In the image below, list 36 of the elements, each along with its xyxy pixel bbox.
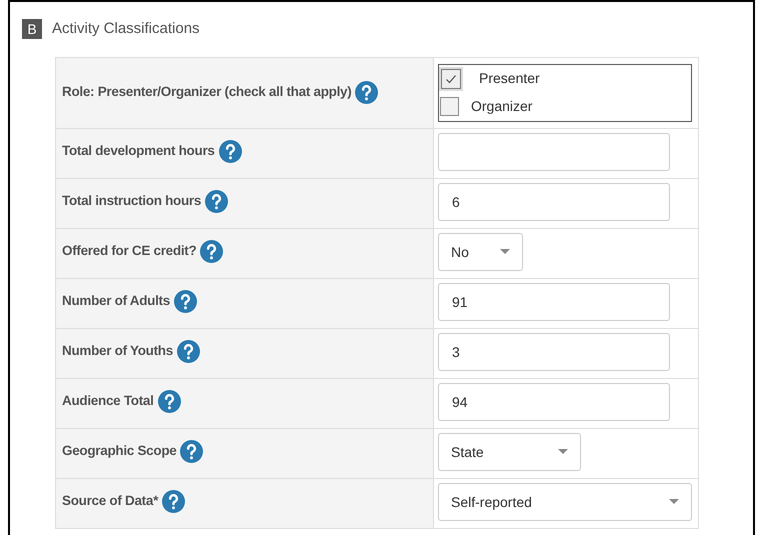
caret-icon	[500, 249, 510, 255]
help-icon[interactable]	[176, 340, 200, 362]
check-icon	[445, 72, 457, 84]
input-field[interactable]: 6	[438, 183, 670, 221]
field-label: Total instruction hours	[62, 192, 202, 210]
field-label: Role: Presenter/Organizer (check all that apply)	[62, 83, 352, 102]
help-icon[interactable]	[158, 390, 181, 412]
help-icon[interactable]	[180, 440, 204, 462]
checkbox-option[interactable]: Organizer	[439, 92, 691, 120]
field-label: Number of Adults	[62, 292, 170, 310]
input-field[interactable]: 3	[438, 333, 670, 371]
field-label: Total development hours	[62, 142, 215, 160]
checkbox-option[interactable]: Presenter	[439, 64, 691, 92]
help-icon[interactable]	[174, 290, 197, 312]
section-title: Activity Classifications	[52, 19, 200, 39]
help-icon[interactable]	[200, 240, 224, 262]
dropdown[interactable]: Self-reported	[438, 483, 692, 521]
dropdown[interactable]: State	[438, 433, 581, 471]
help-icon[interactable]	[205, 190, 228, 212]
help-icon[interactable]	[218, 140, 242, 162]
caret-icon	[558, 449, 568, 455]
field-label: Number of Youths	[62, 342, 173, 360]
dropdown[interactable]: No	[438, 233, 523, 271]
field-label: Offered for CE credit?	[62, 242, 196, 260]
input-field[interactable]: 91	[438, 283, 670, 321]
input-field[interactable]: 94	[438, 383, 670, 421]
checkbox[interactable]	[441, 68, 461, 88]
input-field[interactable]	[438, 133, 670, 171]
field-label: Source of Data*	[62, 492, 158, 510]
help-icon[interactable]	[162, 490, 186, 512]
section-badge: B	[22, 19, 42, 40]
help-icon[interactable]	[355, 81, 378, 104]
field-label: Geographic Scope	[62, 442, 176, 460]
field-label: Audience Total	[62, 392, 154, 410]
checkbox[interactable]	[440, 97, 459, 116]
caret-icon	[669, 499, 679, 505]
